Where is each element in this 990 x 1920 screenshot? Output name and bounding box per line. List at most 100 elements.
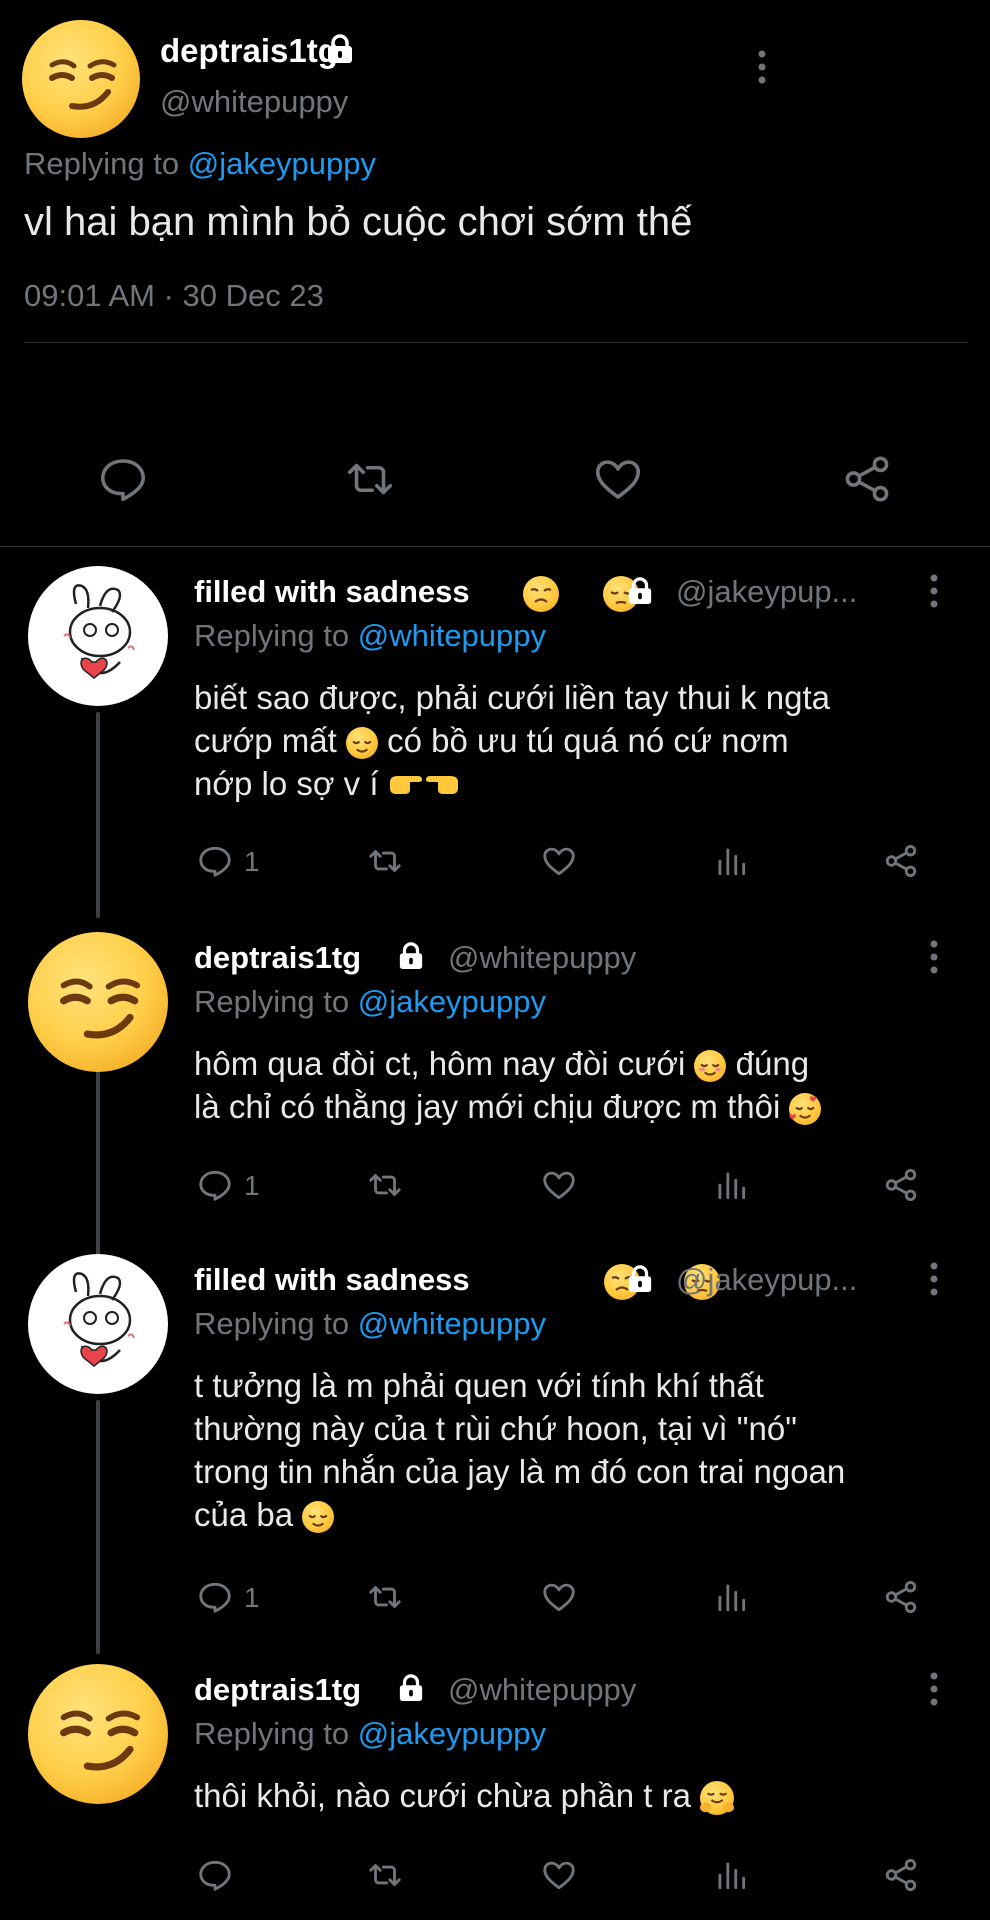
reply-icon[interactable] (96, 452, 150, 506)
retweet-icon[interactable] (366, 842, 404, 880)
smiling-hearts-emoji (789, 1093, 822, 1126)
replying-prefix: Replying to (194, 1306, 358, 1341)
display-name[interactable]: deptrais1tg (160, 32, 338, 70)
reply-text-line: thôi khỏi, nào cưới chừa phần t ra (194, 1774, 735, 1817)
display-name[interactable]: deptrais1tg (194, 940, 361, 976)
like-icon[interactable] (540, 1856, 578, 1894)
reply-text-line: biết sao được, phải cưới liền tay thui k… (194, 679, 830, 716)
display-name[interactable]: filled with sadness (194, 1262, 470, 1298)
replying-to: Replying to @jakeypuppy (194, 984, 546, 1020)
reply-text: hôm qua đòi ct, hôm nay đòi cưới đúng là… (194, 1042, 822, 1128)
reply-text-segment: đúng (735, 1045, 810, 1082)
user-handle[interactable]: @whitepuppy (448, 940, 636, 976)
retweet-icon[interactable] (366, 1856, 404, 1894)
replying-to: Replying to @jakeypuppy (194, 1716, 546, 1752)
reply-icon[interactable] (196, 842, 234, 880)
reply-text: t tưởng là m phải quen với tính khí thất… (194, 1364, 845, 1536)
tweet-text: vl hai bạn mình bỏ cuộc chơi sớm thế (24, 200, 693, 244)
avatar[interactable] (28, 1254, 168, 1394)
section-divider (0, 546, 990, 547)
display-name[interactable]: filled with sadness (194, 574, 470, 610)
disappointed-emoji (523, 576, 559, 612)
display-name[interactable]: deptrais1tg (194, 1672, 361, 1708)
reply-text-line: thường này của t rùi chứ hoon, tại vì "n… (194, 1410, 797, 1447)
reply-text-line: của ba (194, 1493, 845, 1536)
reply-text: thôi khỏi, nào cưới chừa phần t ra (194, 1774, 735, 1817)
reply-count: 1 (244, 846, 260, 877)
replying-to-link[interactable]: @whitepuppy (358, 618, 546, 653)
like-icon[interactable] (540, 1578, 578, 1616)
avatar[interactable] (28, 1664, 168, 1804)
reply-text-segment: thôi khỏi, nào cưới chừa phần t ra (194, 1777, 691, 1814)
share-icon[interactable] (882, 842, 920, 880)
user-handle[interactable]: @whitepuppy (448, 1672, 636, 1708)
reply-icon[interactable] (196, 1578, 234, 1616)
analytics-icon[interactable] (712, 1578, 750, 1616)
reply-count: 1 (244, 1170, 260, 1201)
analytics-icon[interactable] (712, 1856, 750, 1894)
share-icon[interactable] (840, 452, 894, 506)
more-icon[interactable] (924, 938, 944, 983)
like-icon[interactable] (540, 842, 578, 880)
reply-text-line: hôm qua đòi ct, hôm nay đòi cưới đúng (194, 1042, 821, 1085)
lock-icon (398, 942, 424, 970)
reply-text: biết sao được, phải cưới liền tay thui k… (194, 676, 830, 808)
replying-to: Replying to @whitepuppy (194, 1306, 546, 1342)
analytics-icon[interactable] (712, 842, 750, 880)
timestamp[interactable]: 09:01 AM · 30 Dec 23 (24, 278, 324, 314)
user-handle[interactable]: @jakeypup... (676, 574, 857, 610)
analytics-icon[interactable] (712, 1166, 750, 1204)
like-icon[interactable] (540, 1166, 578, 1204)
more-icon[interactable] (924, 572, 944, 617)
thread-line (96, 712, 100, 918)
more-icon[interactable] (752, 48, 772, 93)
more-icon[interactable] (924, 1670, 944, 1715)
avatar[interactable] (28, 566, 168, 706)
user-handle[interactable]: @jakeypup... (676, 1262, 857, 1298)
reply-text-segment: của ba (194, 1496, 294, 1533)
thread-line (96, 1400, 100, 1654)
lock-icon (627, 577, 653, 605)
smiling-emoji (694, 1050, 727, 1083)
reply-text-segment: nớp lo sợ v í (194, 765, 379, 802)
replying-prefix: Replying to (24, 146, 188, 181)
timestamp-divider (24, 342, 968, 343)
replying-prefix: Replying to (194, 1716, 358, 1751)
pointing-hands-emoji (388, 765, 460, 808)
reply-text-segment: hôm qua đòi ct, hôm nay đòi cưới (194, 1045, 686, 1082)
lock-icon (398, 1674, 424, 1702)
reply-text-line: là chỉ có thằng jay mới chịu được m thôi (194, 1085, 822, 1128)
reply-icon[interactable] (196, 1166, 234, 1204)
more-icon[interactable] (924, 1260, 944, 1305)
hug-emoji (700, 1781, 735, 1816)
reply-count: 1 (244, 1582, 260, 1613)
lock-icon (627, 1265, 653, 1293)
share-icon[interactable] (882, 1166, 920, 1204)
thread-line (96, 1060, 100, 1266)
reply-icon[interactable] (196, 1856, 234, 1894)
like-icon[interactable] (591, 452, 645, 506)
reply-text-segment: có bồ ưu tú quá nó cứ nơm (387, 722, 789, 759)
retweet-icon[interactable] (366, 1578, 404, 1616)
replying-prefix: Replying to (194, 618, 358, 653)
relieved-emoji (345, 727, 378, 760)
replying-to: Replying to @jakeypuppy (24, 146, 376, 182)
replying-to-link[interactable]: @jakeypuppy (358, 984, 546, 1019)
replying-to-link[interactable]: @whitepuppy (358, 1306, 546, 1341)
reply-text-line: nớp lo sợ v í (194, 762, 830, 808)
retweet-icon[interactable] (343, 452, 397, 506)
relieved-emoji (302, 1501, 335, 1534)
reply-text-segment: cướp mất (194, 722, 337, 759)
lock-icon (326, 34, 354, 64)
avatar[interactable] (28, 932, 168, 1072)
user-handle[interactable]: @whitepuppy (160, 84, 348, 120)
reply-text-line: trong tin nhắn của jay là m đó con trai … (194, 1453, 846, 1490)
replying-to-link[interactable]: @jakeypuppy (188, 146, 376, 181)
replying-to-link[interactable]: @jakeypuppy (358, 1716, 546, 1751)
avatar[interactable] (22, 20, 140, 138)
reply-text-segment: là chỉ có thằng jay mới chịu được m thôi (194, 1088, 781, 1125)
share-icon[interactable] (882, 1578, 920, 1616)
retweet-icon[interactable] (366, 1166, 404, 1204)
share-icon[interactable] (882, 1856, 920, 1894)
reply-text-line: cướp mất có bồ ưu tú quá nó cứ nơm (194, 719, 830, 762)
